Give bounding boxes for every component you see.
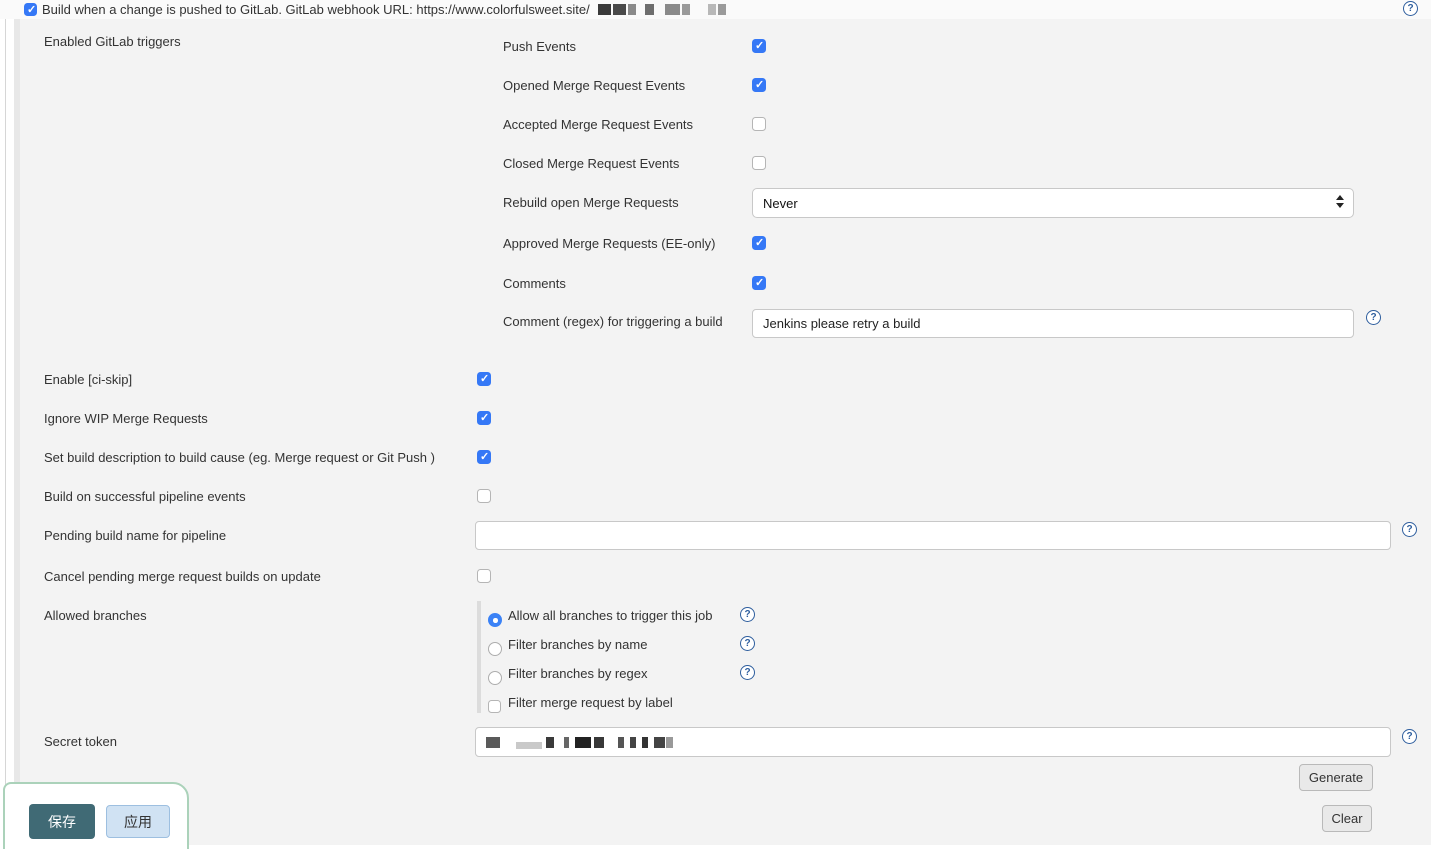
rebuild-open-mr-select[interactable]: Never	[752, 188, 1354, 218]
build-when-pushed-checkbox[interactable]	[24, 3, 37, 16]
radio-group-indent-bar	[477, 601, 481, 713]
cancel-pending-label: Cancel pending merge request builds on u…	[44, 568, 321, 585]
accepted-mr-events-checkbox[interactable]	[752, 117, 766, 131]
save-apply-panel: 保存 应用	[3, 782, 189, 849]
accepted-mr-events-label: Accepted Merge Request Events	[503, 116, 693, 133]
secret-token-label: Secret token	[44, 733, 117, 750]
ignore-wip-mr-checkbox[interactable]	[477, 411, 491, 425]
secret-token-input[interactable]	[475, 727, 1391, 757]
filter-mr-by-label-checkbox[interactable]	[488, 700, 501, 713]
allowed-branches-label: Allowed branches	[44, 607, 147, 624]
comments-checkbox[interactable]	[752, 276, 766, 290]
filter-branches-by-regex-label: Filter branches by regex	[508, 665, 647, 682]
comment-regex-help-icon[interactable]: ?	[1366, 310, 1381, 325]
redacted-secret-token	[486, 736, 673, 749]
secret-token-help-icon[interactable]: ?	[1402, 729, 1417, 744]
build-on-pipeline-label: Build on successful pipeline events	[44, 488, 246, 505]
enable-ci-skip-label: Enable [ci-skip]	[44, 371, 132, 388]
trigger-help-icon[interactable]: ?	[1403, 1, 1418, 16]
closed-mr-events-checkbox[interactable]	[752, 156, 766, 170]
gitlab-trigger-config-page: Build when a change is pushed to GitLab.…	[0, 0, 1431, 849]
opened-mr-events-checkbox[interactable]	[752, 78, 766, 92]
build-trigger-header-row: Build when a change is pushed to GitLab.…	[0, 0, 1431, 19]
enabled-triggers-section-label: Enabled GitLab triggers	[44, 33, 181, 50]
allow-all-branches-radio[interactable]	[488, 613, 502, 627]
comments-label: Comments	[503, 275, 566, 292]
comment-regex-input[interactable]	[752, 309, 1354, 338]
save-button[interactable]: 保存	[29, 804, 95, 839]
ignore-wip-mr-label: Ignore WIP Merge Requests	[44, 410, 208, 427]
push-events-checkbox[interactable]	[752, 39, 766, 53]
set-build-description-checkbox[interactable]	[477, 450, 491, 464]
enable-ci-skip-checkbox[interactable]	[477, 372, 491, 386]
panel-drag-edge	[14, 19, 20, 845]
select-arrows-icon	[1336, 195, 1344, 208]
allow-all-branches-label: Allow all branches to trigger this job	[508, 607, 713, 624]
pending-build-name-help-icon[interactable]: ?	[1402, 522, 1417, 537]
approved-mr-checkbox[interactable]	[752, 236, 766, 250]
closed-mr-events-label: Closed Merge Request Events	[503, 155, 679, 172]
filter-mr-by-label-label: Filter merge request by label	[508, 694, 673, 711]
left-border-line	[5, 0, 6, 849]
rebuild-open-mr-label: Rebuild open Merge Requests	[503, 194, 679, 211]
cancel-pending-checkbox[interactable]	[477, 569, 491, 583]
comment-regex-label: Comment (regex) for triggering a build	[503, 313, 723, 330]
generate-button[interactable]: Generate	[1299, 764, 1373, 791]
allow-all-branches-help-icon[interactable]: ?	[740, 607, 755, 622]
rebuild-open-mr-selected-value: Never	[763, 196, 798, 211]
redacted-webhook-path	[598, 3, 726, 16]
apply-button[interactable]: 应用	[106, 805, 170, 838]
opened-mr-events-label: Opened Merge Request Events	[503, 77, 685, 94]
set-build-description-label: Set build description to build cause (eg…	[44, 449, 435, 466]
build-when-pushed-label: Build when a change is pushed to GitLab.…	[42, 2, 590, 17]
pending-build-name-label: Pending build name for pipeline	[44, 527, 226, 544]
filter-branches-by-regex-radio[interactable]	[488, 671, 502, 685]
approved-mr-label: Approved Merge Requests (EE-only)	[503, 235, 715, 252]
filter-branches-by-name-help-icon[interactable]: ?	[740, 636, 755, 651]
gitlab-trigger-panel	[14, 19, 1431, 845]
build-on-pipeline-checkbox[interactable]	[477, 489, 491, 503]
push-events-label: Push Events	[503, 38, 576, 55]
clear-button[interactable]: Clear	[1322, 805, 1372, 832]
filter-branches-by-name-radio[interactable]	[488, 642, 502, 656]
pending-build-name-input[interactable]	[475, 521, 1391, 550]
filter-branches-by-regex-help-icon[interactable]: ?	[740, 665, 755, 680]
filter-branches-by-name-label: Filter branches by name	[508, 636, 647, 653]
